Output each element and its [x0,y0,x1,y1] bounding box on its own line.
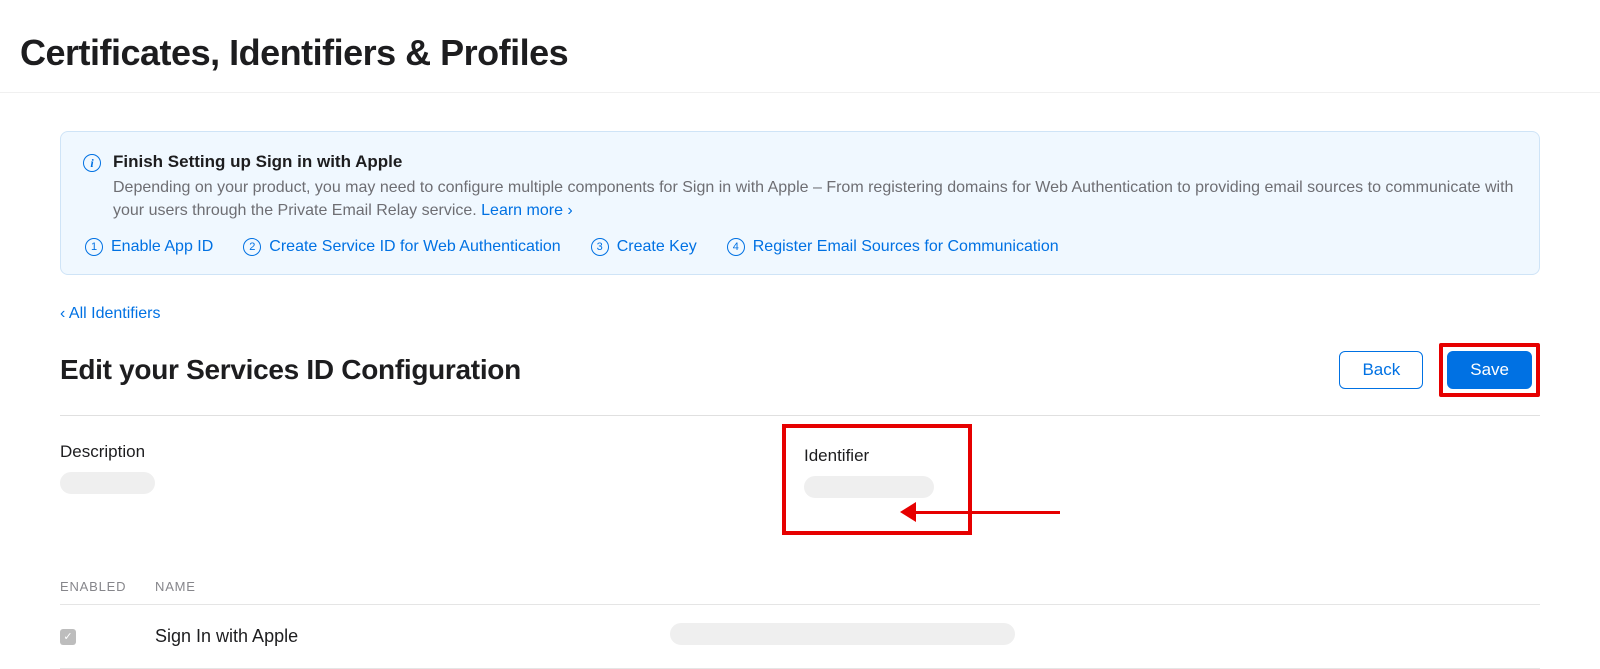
step-number-icon: 4 [727,238,745,256]
step-number-icon: 3 [591,238,609,256]
page-title: Certificates, Identifiers & Profiles [0,0,1600,93]
step-create-service-id[interactable]: 2 Create Service ID for Web Authenticati… [243,238,560,256]
column-header-name: NAME [155,579,1540,594]
description-value-redacted [60,472,155,494]
save-button[interactable]: Save [1447,351,1532,389]
info-banner: i Finish Setting up Sign in with Apple D… [60,131,1540,275]
step-label: Register Email Sources for Communication [753,238,1059,256]
sub-title: Edit your Services ID Configuration [60,354,521,386]
learn-more-link[interactable]: Learn more › [481,202,573,219]
identifier-column: Identifier [800,442,1540,535]
identifier-label: Identifier [804,446,934,466]
step-enable-app-id[interactable]: 1 Enable App ID [85,238,213,256]
capabilities-table-header: ENABLED NAME [60,579,1540,605]
step-create-key[interactable]: 3 Create Key [591,238,697,256]
table-row: ✓ Sign In with Apple [60,605,1540,669]
save-highlight-annotation: Save [1439,343,1540,397]
capability-config-redacted [670,623,1015,645]
info-banner-text: Depending on your product, you may need … [113,179,1513,219]
column-header-enabled: ENABLED [60,579,155,594]
back-button[interactable]: Back [1339,351,1423,389]
identifier-value-redacted [804,476,934,498]
capability-name: Sign In with Apple [155,626,670,647]
all-identifiers-link[interactable]: ‹ All Identifiers [60,305,160,323]
divider [60,415,1540,416]
description-column: Description [60,442,800,535]
step-register-email-sources[interactable]: 4 Register Email Sources for Communicati… [727,238,1059,256]
step-label: Enable App ID [111,238,213,256]
setup-steps: 1 Enable App ID 2 Create Service ID for … [83,238,1517,256]
step-number-icon: 1 [85,238,103,256]
description-label: Description [60,442,800,462]
info-banner-title: Finish Setting up Sign in with Apple [113,152,1517,172]
info-banner-description: Depending on your product, you may need … [113,176,1517,222]
info-icon: i [83,154,101,172]
step-label: Create Key [617,238,697,256]
step-number-icon: 2 [243,238,261,256]
enabled-checkbox[interactable]: ✓ [60,629,76,645]
detail-section: Description Identifier [60,442,1540,535]
step-label: Create Service ID for Web Authentication [269,238,560,256]
identifier-highlight-annotation: Identifier [782,424,972,535]
